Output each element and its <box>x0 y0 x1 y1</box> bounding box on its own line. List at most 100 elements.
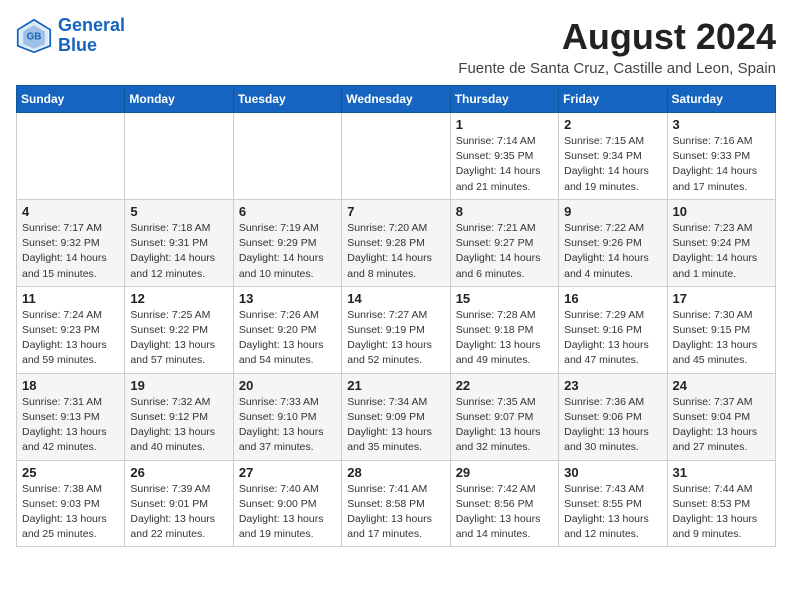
main-title: August 2024 <box>458 16 776 58</box>
calendar-cell: 28 Sunrise: 7:41 AM Sunset: 8:58 PM Dayli… <box>342 460 450 547</box>
calendar-cell: 9 Sunrise: 7:22 AM Sunset: 9:26 PM Daylig… <box>559 199 667 286</box>
header-cell-saturday: Saturday <box>667 86 775 113</box>
day-number: 9 <box>564 204 661 219</box>
calendar-table: SundayMondayTuesdayWednesdayThursdayFrid… <box>16 85 776 547</box>
calendar-cell: 27 Sunrise: 7:40 AM Sunset: 9:00 PM Dayli… <box>233 460 341 547</box>
day-number: 30 <box>564 465 661 480</box>
week-row-2: 4 Sunrise: 7:17 AM Sunset: 9:32 PM Daylig… <box>17 199 776 286</box>
week-row-5: 25Sunrise: 7:38 AM Sunset: 9:03 PM Dayli… <box>17 460 776 547</box>
day-number: 20 <box>239 378 336 393</box>
calendar-cell: 8 Sunrise: 7:21 AM Sunset: 9:27 PM Daylig… <box>450 199 558 286</box>
calendar-cell: 25Sunrise: 7:38 AM Sunset: 9:03 PM Dayli… <box>17 460 125 547</box>
calendar-cell <box>233 113 341 200</box>
day-number: 10 <box>673 204 770 219</box>
calendar-cell: 22 Sunrise: 7:35 AM Sunset: 9:07 PM Dayli… <box>450 373 558 460</box>
day-number: 21 <box>347 378 444 393</box>
header-cell-sunday: Sunday <box>17 86 125 113</box>
calendar-header: SundayMondayTuesdayWednesdayThursdayFrid… <box>17 86 776 113</box>
day-number: 1 <box>456 117 553 132</box>
day-number: 22 <box>456 378 553 393</box>
logo-line1: General <box>58 15 125 35</box>
calendar-cell <box>17 113 125 200</box>
day-info: Sunrise: 7:32 AM Sunset: 9:12 PM Dayligh… <box>130 395 227 456</box>
week-row-4: 18Sunrise: 7:31 AM Sunset: 9:13 PM Dayli… <box>17 373 776 460</box>
day-number: 26 <box>130 465 227 480</box>
calendar-cell: 1 Sunrise: 7:14 AM Sunset: 9:35 PM Daylig… <box>450 113 558 200</box>
day-number: 14 <box>347 291 444 306</box>
day-info: Sunrise: 7:31 AM Sunset: 9:13 PM Dayligh… <box>22 395 119 456</box>
day-info: Sunrise: 7:41 AM Sunset: 8:58 PM Dayligh… <box>347 482 444 543</box>
day-number: 29 <box>456 465 553 480</box>
day-info: Sunrise: 7:35 AM Sunset: 9:07 PM Dayligh… <box>456 395 553 456</box>
calendar-body: 1 Sunrise: 7:14 AM Sunset: 9:35 PM Daylig… <box>17 113 776 547</box>
header-cell-tuesday: Tuesday <box>233 86 341 113</box>
day-info: Sunrise: 7:22 AM Sunset: 9:26 PM Dayligh… <box>564 221 661 282</box>
calendar-cell: 11Sunrise: 7:24 AM Sunset: 9:23 PM Dayli… <box>17 286 125 373</box>
day-number: 7 <box>347 204 444 219</box>
day-info: Sunrise: 7:33 AM Sunset: 9:10 PM Dayligh… <box>239 395 336 456</box>
logo-icon: GB <box>16 18 52 54</box>
day-number: 5 <box>130 204 227 219</box>
day-info: Sunrise: 7:36 AM Sunset: 9:06 PM Dayligh… <box>564 395 661 456</box>
day-number: 28 <box>347 465 444 480</box>
day-info: Sunrise: 7:44 AM Sunset: 8:53 PM Dayligh… <box>673 482 770 543</box>
header-cell-monday: Monday <box>125 86 233 113</box>
day-info: Sunrise: 7:25 AM Sunset: 9:22 PM Dayligh… <box>130 308 227 369</box>
day-info: Sunrise: 7:14 AM Sunset: 9:35 PM Dayligh… <box>456 134 553 195</box>
calendar-cell: 10Sunrise: 7:23 AM Sunset: 9:24 PM Dayli… <box>667 199 775 286</box>
day-info: Sunrise: 7:43 AM Sunset: 8:55 PM Dayligh… <box>564 482 661 543</box>
calendar-cell: 14 Sunrise: 7:27 AM Sunset: 9:19 PM Dayli… <box>342 286 450 373</box>
header-cell-thursday: Thursday <box>450 86 558 113</box>
day-number: 17 <box>673 291 770 306</box>
calendar-cell: 13 Sunrise: 7:26 AM Sunset: 9:20 PM Dayli… <box>233 286 341 373</box>
page-header: GB General Blue August 2024 Fuente de Sa… <box>16 16 776 77</box>
day-number: 24 <box>673 378 770 393</box>
day-info: Sunrise: 7:27 AM Sunset: 9:19 PM Dayligh… <box>347 308 444 369</box>
day-info: Sunrise: 7:28 AM Sunset: 9:18 PM Dayligh… <box>456 308 553 369</box>
day-number: 27 <box>239 465 336 480</box>
day-number: 3 <box>673 117 770 132</box>
title-block: August 2024 Fuente de Santa Cruz, Castil… <box>458 16 776 77</box>
calendar-cell: 7 Sunrise: 7:20 AM Sunset: 9:28 PM Daylig… <box>342 199 450 286</box>
day-info: Sunrise: 7:21 AM Sunset: 9:27 PM Dayligh… <box>456 221 553 282</box>
calendar-cell: 12Sunrise: 7:25 AM Sunset: 9:22 PM Dayli… <box>125 286 233 373</box>
day-number: 15 <box>456 291 553 306</box>
day-number: 2 <box>564 117 661 132</box>
day-info: Sunrise: 7:42 AM Sunset: 8:56 PM Dayligh… <box>456 482 553 543</box>
calendar-cell: 3 Sunrise: 7:16 AM Sunset: 9:33 PM Daylig… <box>667 113 775 200</box>
day-number: 23 <box>564 378 661 393</box>
calendar-cell: 26Sunrise: 7:39 AM Sunset: 9:01 PM Dayli… <box>125 460 233 547</box>
week-row-1: 1 Sunrise: 7:14 AM Sunset: 9:35 PM Daylig… <box>17 113 776 200</box>
day-info: Sunrise: 7:26 AM Sunset: 9:20 PM Dayligh… <box>239 308 336 369</box>
day-info: Sunrise: 7:19 AM Sunset: 9:29 PM Dayligh… <box>239 221 336 282</box>
day-number: 8 <box>456 204 553 219</box>
calendar-cell: 23 Sunrise: 7:36 AM Sunset: 9:06 PM Dayli… <box>559 373 667 460</box>
day-info: Sunrise: 7:40 AM Sunset: 9:00 PM Dayligh… <box>239 482 336 543</box>
day-number: 6 <box>239 204 336 219</box>
day-info: Sunrise: 7:17 AM Sunset: 9:32 PM Dayligh… <box>22 221 119 282</box>
calendar-cell: 18Sunrise: 7:31 AM Sunset: 9:13 PM Dayli… <box>17 373 125 460</box>
logo: GB General Blue <box>16 16 125 56</box>
calendar-cell: 30 Sunrise: 7:43 AM Sunset: 8:55 PM Dayli… <box>559 460 667 547</box>
calendar-cell: 5 Sunrise: 7:18 AM Sunset: 9:31 PM Daylig… <box>125 199 233 286</box>
calendar-cell <box>125 113 233 200</box>
day-info: Sunrise: 7:15 AM Sunset: 9:34 PM Dayligh… <box>564 134 661 195</box>
day-info: Sunrise: 7:29 AM Sunset: 9:16 PM Dayligh… <box>564 308 661 369</box>
week-row-3: 11Sunrise: 7:24 AM Sunset: 9:23 PM Dayli… <box>17 286 776 373</box>
calendar-cell: 6 Sunrise: 7:19 AM Sunset: 9:29 PM Daylig… <box>233 199 341 286</box>
day-info: Sunrise: 7:20 AM Sunset: 9:28 PM Dayligh… <box>347 221 444 282</box>
day-info: Sunrise: 7:37 AM Sunset: 9:04 PM Dayligh… <box>673 395 770 456</box>
day-number: 4 <box>22 204 119 219</box>
day-info: Sunrise: 7:18 AM Sunset: 9:31 PM Dayligh… <box>130 221 227 282</box>
calendar-cell: 29 Sunrise: 7:42 AM Sunset: 8:56 PM Dayli… <box>450 460 558 547</box>
svg-text:GB: GB <box>27 31 42 42</box>
calendar-cell: 2 Sunrise: 7:15 AM Sunset: 9:34 PM Daylig… <box>559 113 667 200</box>
subtitle: Fuente de Santa Cruz, Castille and Leon,… <box>458 60 776 77</box>
calendar-cell: 20 Sunrise: 7:33 AM Sunset: 9:10 PM Dayli… <box>233 373 341 460</box>
day-number: 13 <box>239 291 336 306</box>
day-info: Sunrise: 7:34 AM Sunset: 9:09 PM Dayligh… <box>347 395 444 456</box>
logo-text: General Blue <box>58 16 125 56</box>
calendar-cell: 21 Sunrise: 7:34 AM Sunset: 9:09 PM Dayli… <box>342 373 450 460</box>
day-info: Sunrise: 7:16 AM Sunset: 9:33 PM Dayligh… <box>673 134 770 195</box>
header-cell-friday: Friday <box>559 86 667 113</box>
